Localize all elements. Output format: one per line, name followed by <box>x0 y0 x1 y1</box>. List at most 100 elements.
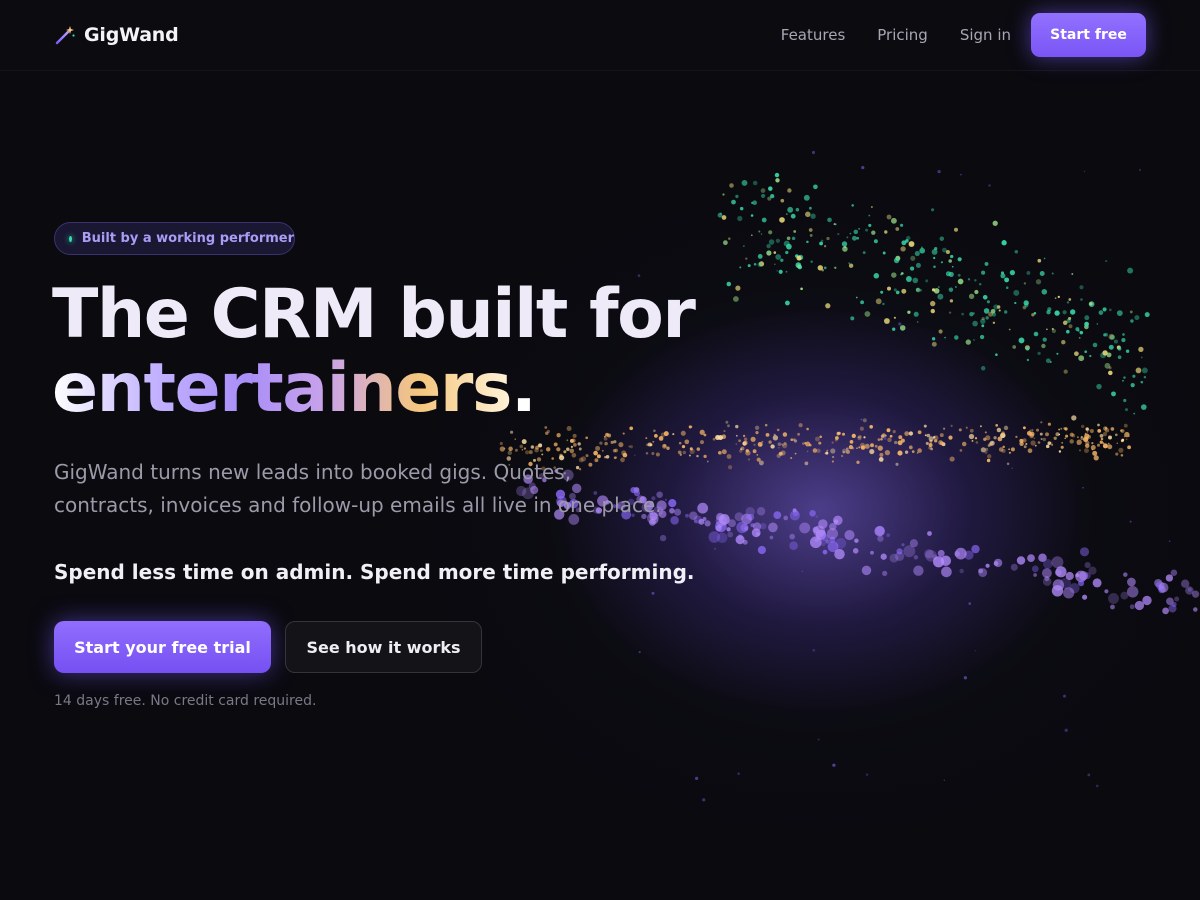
particle-dot <box>1089 429 1094 433</box>
particle-dot <box>960 173 962 176</box>
hero-headline: The CRM built for entertainers. <box>52 278 696 426</box>
particle-dot <box>1008 328 1011 331</box>
particle-dot <box>1132 374 1136 378</box>
particle-dot <box>783 240 790 247</box>
particle-dot <box>1091 441 1094 445</box>
particle-dot <box>848 263 854 268</box>
particle-dot <box>1084 448 1089 454</box>
particle-dot <box>785 300 790 306</box>
particle-dot <box>1168 540 1171 543</box>
particle-dot <box>841 432 846 436</box>
particle-dot <box>1033 573 1037 577</box>
particle-dot <box>776 269 779 272</box>
particle-dot <box>767 196 772 201</box>
particle-dot <box>1047 441 1052 445</box>
particle-dot <box>761 440 764 443</box>
particle-dot <box>747 264 751 268</box>
particle-dot <box>834 266 837 269</box>
particle-dot <box>940 261 943 264</box>
start-free-trial-button[interactable]: Start your free trial <box>54 621 271 673</box>
particle-dot <box>1116 442 1119 445</box>
particle-dot <box>923 424 927 428</box>
particle-dot <box>725 420 729 424</box>
particle-dot <box>1041 343 1046 349</box>
particle-dot <box>868 223 872 227</box>
particle-dot <box>499 441 503 446</box>
particle-dot <box>569 438 574 443</box>
particle-dot <box>985 563 990 568</box>
particle-dot <box>889 434 893 438</box>
particle-dot <box>570 445 574 449</box>
nav-link-features[interactable]: Features <box>781 26 846 44</box>
hero-badge: Built by a working performer <box>54 222 295 255</box>
particle-dot <box>849 440 854 444</box>
particle-dot <box>864 311 871 317</box>
particle-dot <box>514 448 518 452</box>
particle-dot <box>808 228 813 232</box>
particle-dot <box>1054 297 1057 300</box>
particle-dot <box>894 440 898 445</box>
see-how-it-works-button[interactable]: See how it works <box>285 621 482 673</box>
particle-dot <box>747 458 751 461</box>
particle-dot <box>510 430 514 434</box>
landing-page: GigWand Features Pricing Sign in Start f… <box>0 0 1200 900</box>
particle-dot <box>1071 415 1077 421</box>
particle-dot <box>995 353 998 356</box>
nav-link-pricing[interactable]: Pricing <box>877 26 928 44</box>
particle-dot <box>860 418 863 421</box>
particle-dot <box>1065 434 1069 438</box>
particle-dot <box>1042 437 1046 442</box>
particle-dot <box>901 288 907 294</box>
particle-dot <box>809 206 812 210</box>
particle-dot <box>1088 566 1097 575</box>
particle-dot <box>954 227 958 232</box>
particle-dot <box>1026 270 1031 275</box>
particle-dot <box>659 534 667 542</box>
particle-dot <box>848 262 851 264</box>
particle-dot <box>1063 587 1075 599</box>
particle-dot <box>984 261 989 266</box>
particle-dot <box>690 425 693 428</box>
particle-dot <box>566 425 572 432</box>
particle-dot <box>805 441 811 447</box>
particle-dot <box>895 462 899 466</box>
particle-dot <box>703 454 707 459</box>
particle-dot <box>772 435 779 441</box>
particle-dot <box>916 321 919 323</box>
particle-dot <box>1040 421 1043 424</box>
particle-dot <box>889 553 899 563</box>
particle-dot <box>685 513 689 518</box>
particle-dot <box>785 213 788 216</box>
brand-logo[interactable]: GigWand <box>54 22 179 48</box>
status-dot-icon <box>69 235 72 242</box>
particle-dot <box>766 243 771 249</box>
particle-dot <box>787 206 794 213</box>
particle-dot <box>757 262 763 267</box>
particle-dot <box>681 444 686 449</box>
nav-link-sign-in[interactable]: Sign in <box>960 26 1011 44</box>
particle-dot <box>874 525 885 537</box>
particle-dot <box>1095 784 1099 788</box>
particle-dot <box>1100 437 1104 441</box>
particle-dot <box>728 237 731 240</box>
particle-dot <box>954 547 967 560</box>
particle-dot <box>950 424 953 428</box>
particle-dot <box>869 425 873 429</box>
particle-dot <box>1127 577 1136 587</box>
particle-dot <box>793 230 797 233</box>
particle-dot <box>1034 444 1037 447</box>
particle-dot <box>949 299 954 303</box>
particle-dot <box>924 434 927 437</box>
particle-dot <box>845 449 850 454</box>
particle-dot <box>677 450 682 455</box>
particle-dot <box>735 434 738 437</box>
particle-dot <box>1037 351 1041 356</box>
particle-dot <box>769 535 774 540</box>
particle-dot <box>756 457 761 462</box>
particle-dot <box>933 256 936 260</box>
particle-dot <box>572 433 577 438</box>
particle-dot <box>735 424 739 429</box>
particle-dot <box>1051 556 1064 569</box>
particle-dot <box>726 527 731 532</box>
start-free-button[interactable]: Start free <box>1031 13 1146 57</box>
